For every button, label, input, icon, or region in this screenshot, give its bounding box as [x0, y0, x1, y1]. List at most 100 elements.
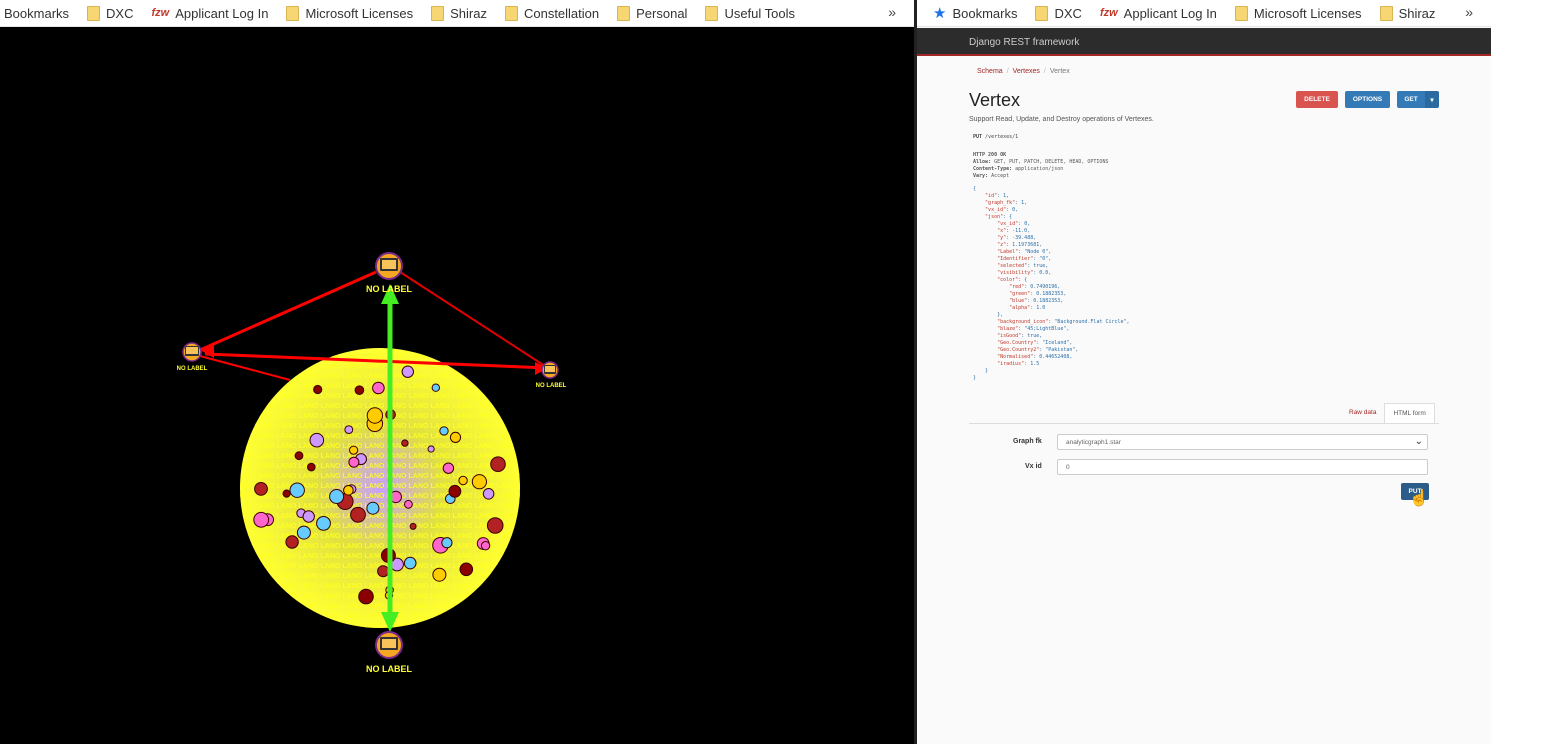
edge[interactable]	[199, 270, 377, 352]
cluster-node[interactable]	[309, 432, 325, 448]
vx-id-input[interactable]: 0	[1057, 459, 1428, 475]
bookmark-label: Useful Tools	[724, 5, 796, 21]
bookmark-applicant-login[interactable]: fzw Applicant Log In	[1100, 6, 1217, 21]
right-bookmarks-bar: ★ Bookmarks DXC fzw Applicant Log In Micro…	[917, 0, 1491, 27]
cluster-node[interactable]	[344, 425, 354, 435]
cluster-node[interactable]	[316, 516, 331, 531]
left-bookmarks-bar: Bookmarks DXC fzw Applicant Log In Micros…	[0, 0, 914, 27]
bookmark-constellation[interactable]: Constellation	[504, 5, 599, 21]
bookmark-shiraz[interactable]: Shiraz	[1379, 5, 1435, 21]
options-button[interactable]: OPTIONS	[1345, 91, 1390, 108]
edge[interactable]	[199, 355, 291, 381]
cluster-node[interactable]	[448, 484, 462, 498]
graph-fk-select[interactable]: analyticgraph1.star ⌄	[1057, 434, 1428, 450]
cluster-node[interactable]	[366, 501, 380, 515]
folder-icon	[87, 5, 101, 21]
bookmark-shiraz[interactable]: Shiraz	[431, 5, 487, 21]
bookmark-microsoft-licenses[interactable]: Microsoft Licenses	[286, 5, 413, 21]
json-line: "iradius": 1.5	[997, 361, 1040, 367]
bookmark-dxc[interactable]: DXC	[87, 5, 133, 21]
json-line: "red": 0.7490196,	[1009, 284, 1061, 290]
json-line: "vx_id": 0,	[997, 221, 1031, 227]
cluster-node[interactable]	[354, 385, 365, 396]
node-bottom[interactable]: NO LABEL	[366, 631, 413, 674]
bookmark-label: Bookmarks	[4, 5, 70, 21]
cluster-node[interactable]	[289, 482, 305, 498]
bookmark-label: Microsoft Licenses	[1253, 5, 1362, 21]
bookmark-applicant-login[interactable]: fzw Applicant Log In	[151, 6, 268, 21]
bookmark-personal[interactable]: Personal	[617, 5, 687, 21]
bookmark-microsoft-licenses[interactable]: Microsoft Licenses	[1234, 5, 1362, 21]
bookmarks-root[interactable]: Bookmarks	[4, 6, 69, 21]
graph-window: Bookmarks DXC fzw Applicant Log In Micros…	[0, 0, 914, 744]
cluster-node[interactable]	[296, 525, 311, 540]
cluster-node[interactable]	[377, 565, 390, 578]
bookmarks-root[interactable]: ★ Bookmarks	[933, 4, 1017, 22]
cluster-node[interactable]	[441, 537, 453, 549]
cluster-node[interactable]	[294, 451, 304, 461]
navbar-brand[interactable]: Django REST framework	[969, 37, 1079, 48]
bookmarks-overflow-icon[interactable]: »	[1465, 4, 1473, 20]
cluster-node[interactable]	[486, 517, 504, 534]
cluster-node[interactable]	[401, 365, 414, 378]
cluster-node[interactable]	[439, 426, 449, 436]
folder-icon	[431, 5, 445, 21]
folder-icon	[1379, 5, 1393, 21]
edge[interactable]	[399, 271, 549, 369]
cluster-node[interactable]	[282, 489, 291, 498]
cluster-node[interactable]	[343, 485, 354, 496]
tab-html-form[interactable]: HTML form	[1384, 403, 1435, 423]
header-key: Content-Type:	[973, 166, 1013, 172]
cluster-node[interactable]	[480, 541, 491, 551]
cluster-node[interactable]	[358, 588, 374, 605]
cluster-node[interactable]	[329, 489, 345, 504]
get-button[interactable]: GET	[1397, 91, 1425, 108]
cluster-node[interactable]	[302, 510, 315, 523]
json-line: "Normalised": 0.44652408,	[997, 354, 1073, 360]
breadcrumb: Schema / Vertexes / Vertex	[977, 68, 1070, 75]
cluster-node[interactable]	[254, 482, 268, 496]
cluster-node[interactable]	[482, 488, 495, 500]
cluster-node[interactable]	[404, 499, 413, 509]
cluster-node[interactable]	[458, 475, 468, 486]
page-title: Vertex	[969, 90, 1021, 110]
cluster-node[interactable]	[285, 535, 299, 549]
cluster-node[interactable]	[432, 567, 447, 582]
breadcrumb-vertexes[interactable]: Vertexes	[1013, 68, 1040, 75]
cluster-node[interactable]	[350, 506, 366, 523]
get-format-dropdown[interactable]: ▾	[1425, 91, 1439, 108]
tab-raw-data[interactable]: Raw data	[1341, 403, 1384, 423]
cluster-node[interactable]	[403, 556, 417, 570]
cluster-node[interactable]	[372, 381, 385, 395]
cluster-node[interactable]	[409, 522, 417, 530]
cluster-node[interactable]	[449, 431, 462, 443]
bookmark-dxc[interactable]: DXC	[1035, 5, 1082, 21]
graph-canvas[interactable]: NO LAB NO LABEL NO LABEL	[0, 27, 914, 744]
delete-button[interactable]: DELETE	[1296, 91, 1338, 108]
bookmark-useful-tools[interactable]: Useful Tools	[705, 5, 796, 21]
cluster-node[interactable]	[307, 462, 316, 472]
json-line: "Geo.Country": "Iceland",	[997, 340, 1073, 346]
folder-icon	[1035, 5, 1049, 21]
cluster-node[interactable]	[459, 562, 474, 577]
json-line: },	[973, 312, 1004, 318]
cluster-node[interactable]	[490, 456, 506, 473]
vx-id-value: 0	[1066, 464, 1070, 471]
breadcrumb-separator: /	[1043, 68, 1046, 75]
cluster-node[interactable]	[366, 407, 384, 424]
header-value: GET, PUT, PATCH, DELETE, HEAD, OPTIONS	[994, 159, 1109, 165]
cluster-node[interactable]	[313, 384, 323, 395]
cluster-node[interactable]	[253, 511, 270, 528]
node-label: NO LABEL	[366, 664, 413, 674]
cluster-node[interactable]	[401, 439, 409, 447]
cluster-node[interactable]	[348, 456, 360, 468]
json-line: "blue": 0.1882353,	[1009, 298, 1064, 304]
breadcrumb-schema[interactable]: Schema	[977, 68, 1003, 75]
cluster-node[interactable]	[349, 445, 359, 455]
cluster-node[interactable]	[442, 462, 455, 474]
cluster-node[interactable]	[431, 383, 440, 392]
cluster-node[interactable]	[471, 474, 487, 490]
response-body: { "id": 1, "graph_fk": 1, "vx_id": 0, "j…	[973, 186, 1130, 382]
cluster-node[interactable]	[427, 445, 435, 453]
bookmarks-overflow-icon[interactable]: »	[888, 4, 896, 20]
